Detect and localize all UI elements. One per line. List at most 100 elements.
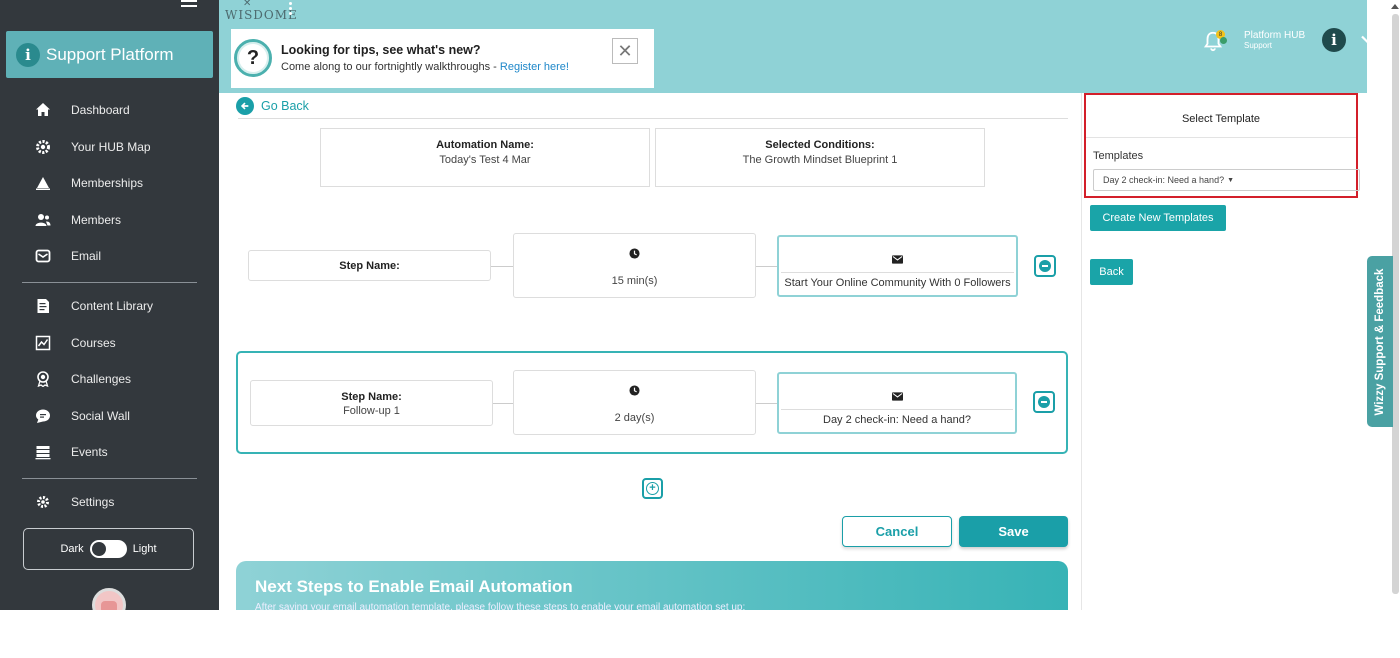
light-label: Light bbox=[132, 543, 157, 555]
go-back-divider bbox=[238, 118, 1068, 119]
sidebar-item-label: Challenges bbox=[71, 372, 132, 387]
settings-icon bbox=[35, 494, 51, 510]
step-connector bbox=[491, 266, 513, 267]
step-email-box[interactable]: Start Your Online Community With 0 Follo… bbox=[777, 235, 1018, 297]
calendar-icon bbox=[35, 444, 51, 460]
sidebar-item-events[interactable]: Events bbox=[0, 434, 219, 471]
caret-down-icon: ▼ bbox=[1227, 176, 1235, 184]
sidebar-item-settings[interactable]: Settings bbox=[0, 484, 219, 521]
next-steps-banner: Next Steps to Enable Email Automation Af… bbox=[236, 561, 1068, 610]
remove-step-button[interactable] bbox=[1033, 391, 1055, 413]
envelope-icon bbox=[891, 392, 903, 401]
info-icon: i bbox=[16, 42, 40, 67]
remove-step-button[interactable] bbox=[1034, 255, 1056, 277]
sidebar-divider bbox=[22, 478, 197, 479]
sidebar-item-label: Email bbox=[71, 249, 102, 264]
step-connector bbox=[756, 403, 778, 404]
step-connector bbox=[756, 266, 778, 267]
sidebar-item-label: Events bbox=[71, 445, 108, 460]
sidebar-nav-content: Content Library Courses Challenges Socia… bbox=[0, 288, 219, 471]
logo[interactable]: WISDOME bbox=[225, 8, 298, 22]
automation-name-value: Today's Test 4 Mar bbox=[439, 154, 531, 166]
question-icon: ? bbox=[234, 39, 272, 77]
tips-banner: ? Looking for tips, see what's new? Come… bbox=[231, 29, 654, 88]
sidebar-nav-main: Dashboard Your HUB Map Memberships Membe… bbox=[0, 92, 219, 275]
app-window: i Support Platform Dashboard Your HUB Ma… bbox=[0, 0, 1400, 610]
step-name-box[interactable]: Step Name: Follow-up 1 bbox=[250, 380, 493, 426]
document-icon bbox=[35, 298, 51, 314]
bell-icon[interactable]: 8 bbox=[1202, 30, 1227, 54]
email-box-divider bbox=[781, 272, 1014, 273]
go-back-label: Go Back bbox=[261, 99, 309, 113]
platform-brand[interactable]: i Support Platform bbox=[6, 31, 213, 78]
sidebar-item-courses[interactable]: Courses bbox=[0, 325, 219, 362]
step-name-box[interactable]: Step Name: bbox=[248, 250, 491, 281]
theme-switch[interactable] bbox=[89, 540, 127, 558]
step-name-label: Step Name: bbox=[339, 260, 400, 272]
email-box-divider bbox=[781, 409, 1013, 410]
sidebar-item-challenges[interactable]: Challenges bbox=[0, 361, 219, 398]
selected-template: Day 2 check-in: Need a hand? bbox=[1103, 175, 1225, 185]
hub-info-icon[interactable]: i bbox=[1322, 28, 1346, 52]
sidebar-item-social-wall[interactable]: Social Wall bbox=[0, 398, 219, 435]
automation-step: Step Name: 15 min(s) Start Your Online C… bbox=[236, 229, 1068, 301]
next-steps-subtitle: After saving your email automation templ… bbox=[255, 602, 746, 610]
step-email-subject: Day 2 check-in: Need a hand? bbox=[823, 414, 971, 426]
avatar[interactable] bbox=[92, 588, 126, 610]
sidebar-item-dashboard[interactable]: Dashboard bbox=[0, 92, 219, 129]
back-button[interactable]: Back bbox=[1090, 259, 1133, 285]
minus-icon bbox=[1039, 260, 1051, 272]
sidebar-item-hub-map[interactable]: Your HUB Map bbox=[0, 129, 219, 166]
main-content: Go Back Automation Name: Today's Test 4 … bbox=[219, 93, 1081, 610]
selected-conditions-label: Selected Conditions: bbox=[765, 139, 875, 151]
home-icon bbox=[35, 102, 51, 118]
more-options-icon[interactable] bbox=[289, 2, 293, 17]
award-icon bbox=[35, 371, 51, 388]
sidebar: i Support Platform Dashboard Your HUB Ma… bbox=[0, 0, 219, 610]
feedback-tab[interactable]: Wizzy Support & Feedback bbox=[1367, 256, 1393, 427]
save-button[interactable]: Save bbox=[959, 516, 1068, 547]
template-select[interactable]: Day 2 check-in: Need a hand? ▼ bbox=[1093, 169, 1360, 191]
step-delay-box[interactable]: 2 day(s) bbox=[513, 370, 756, 435]
step-email-subject: Start Your Online Community With 0 Follo… bbox=[784, 277, 1011, 289]
chart-icon bbox=[35, 335, 51, 351]
sidebar-item-content-library[interactable]: Content Library bbox=[0, 288, 219, 325]
close-icon[interactable]: ✕ bbox=[612, 38, 638, 64]
triangle-icon bbox=[35, 175, 51, 191]
theme-toggle[interactable]: Dark Light bbox=[23, 528, 194, 570]
automation-name-card: Automation Name: Today's Test 4 Mar bbox=[320, 128, 650, 187]
mail-icon bbox=[35, 248, 51, 264]
panel-divider bbox=[1086, 137, 1356, 138]
selected-conditions-card: Selected Conditions: The Growth Mindset … bbox=[655, 128, 985, 187]
sidebar-item-memberships[interactable]: Memberships bbox=[0, 165, 219, 202]
menu-icon[interactable] bbox=[181, 0, 197, 12]
automation-step-active: Step Name: Follow-up 1 2 day(s) Day 2 ch… bbox=[236, 351, 1068, 454]
tips-text: Come along to our fortnightly walkthroug… bbox=[281, 61, 500, 73]
dark-label: Dark bbox=[60, 543, 84, 555]
automation-name-label: Automation Name: bbox=[436, 139, 534, 151]
status-dot bbox=[1220, 37, 1227, 44]
go-back-link[interactable]: Go Back bbox=[236, 97, 309, 115]
create-new-templates-button[interactable]: Create New Templates bbox=[1090, 205, 1226, 231]
sidebar-item-label: Your HUB Map bbox=[71, 139, 151, 154]
sidebar-item-members[interactable]: Members bbox=[0, 202, 219, 239]
step-delay-box[interactable]: 15 min(s) bbox=[513, 233, 756, 298]
avatar-face bbox=[101, 601, 117, 610]
chat-icon bbox=[35, 408, 51, 424]
step-name-value: Follow-up 1 bbox=[343, 405, 400, 417]
scroll-up-arrow[interactable] bbox=[1391, 4, 1399, 9]
switch-knob bbox=[91, 542, 106, 556]
scroll-thumb[interactable] bbox=[1392, 14, 1399, 594]
clock-icon bbox=[629, 385, 640, 396]
add-step-button[interactable]: + bbox=[642, 478, 663, 499]
step-delay-value: 2 day(s) bbox=[614, 412, 655, 424]
sidebar-item-email[interactable]: Email bbox=[0, 238, 219, 275]
register-link[interactable]: Register here! bbox=[500, 61, 569, 73]
step-delay-value: 15 min(s) bbox=[611, 275, 658, 287]
sidebar-nav-settings: Settings bbox=[0, 484, 219, 521]
cancel-button[interactable]: Cancel bbox=[842, 516, 952, 547]
gear-icon bbox=[35, 139, 51, 155]
clock-icon bbox=[629, 248, 640, 259]
step-email-box[interactable]: Day 2 check-in: Need a hand? bbox=[777, 372, 1017, 434]
minus-icon bbox=[1038, 396, 1050, 408]
